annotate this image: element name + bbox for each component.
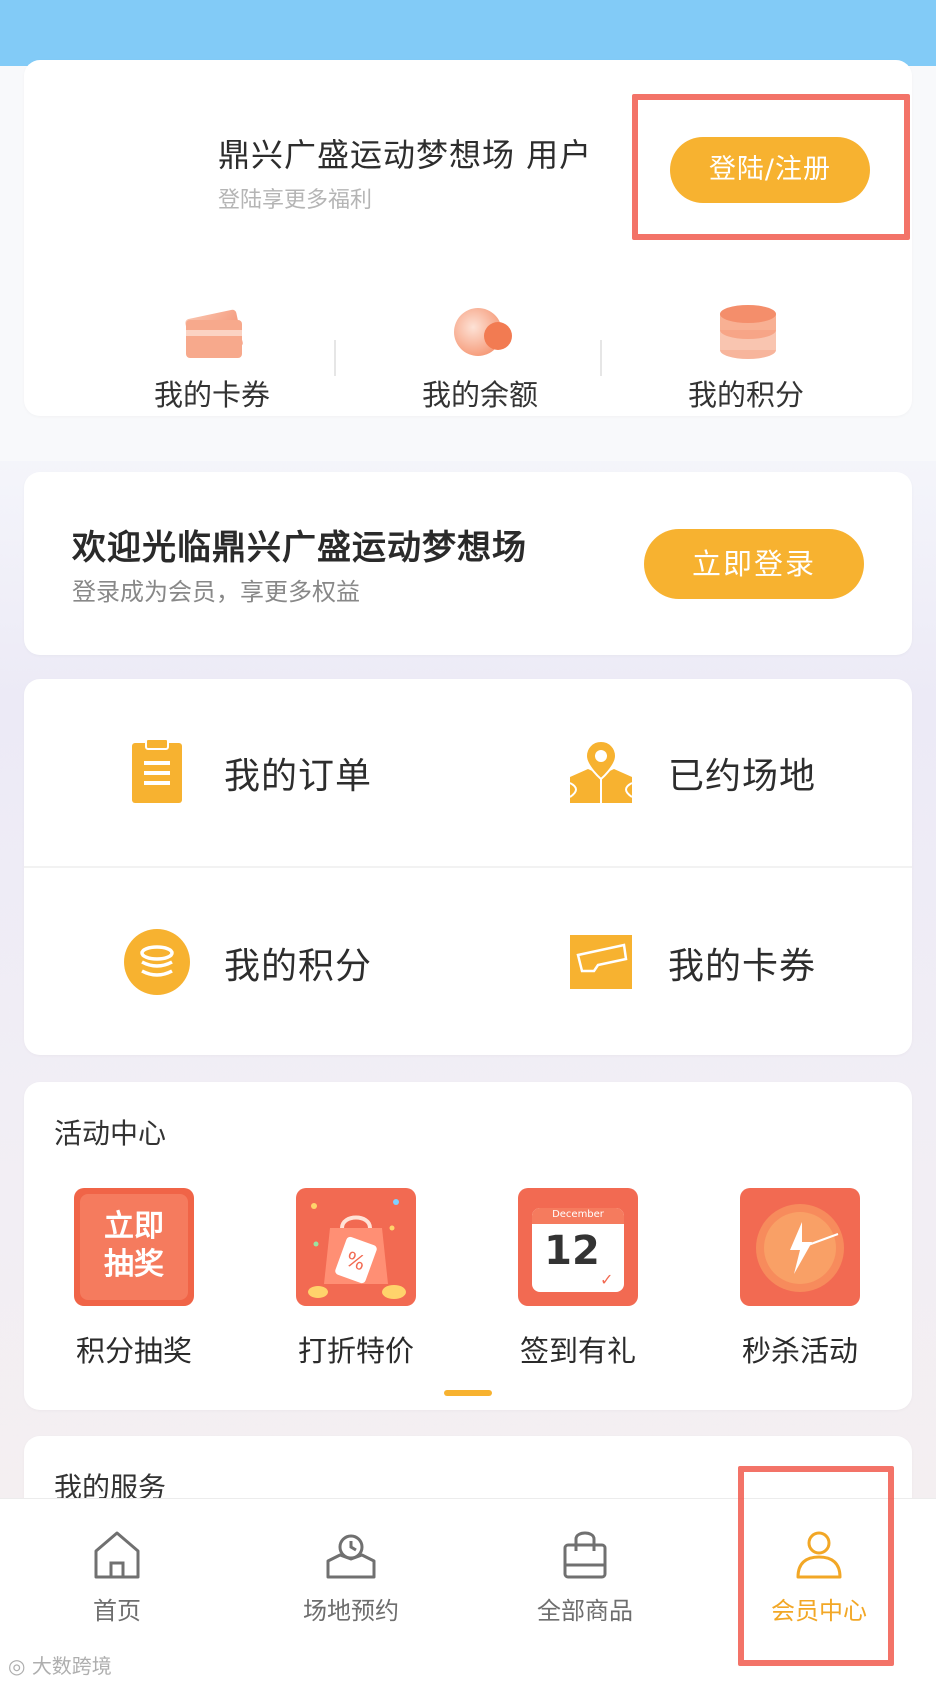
- coins-icon: [720, 305, 776, 359]
- welcome-title: 欢迎光临鼎兴广盛运动梦想场: [72, 528, 527, 568]
- divider: [334, 340, 336, 376]
- divider: [600, 340, 602, 376]
- tab-label: 场地预约: [303, 1597, 399, 1625]
- home-icon: [94, 1531, 140, 1579]
- activity-sign-in-gift[interactable]: December 12 ✓ 签到有礼: [478, 1188, 678, 1368]
- shopping-bag-icon: [563, 1531, 607, 1579]
- card-icon: [185, 309, 243, 358]
- tab-all-products[interactable]: 全部商品: [468, 1499, 702, 1684]
- quick-links-card: 我的订单 已约场地 我的积分 我的卡券: [24, 679, 912, 1055]
- activity-points-lottery[interactable]: 立即 抽奖 积分抽奖: [34, 1188, 234, 1368]
- tab-label: 首页: [93, 1597, 141, 1625]
- watermark-text: 大数跨境: [31, 1654, 112, 1678]
- status-bar: [0, 0, 936, 66]
- quick-label: 我的积分: [224, 946, 373, 987]
- venue-map-icon: [569, 739, 633, 803]
- stat-my-coupons[interactable]: 我的卡券: [102, 240, 322, 412]
- activity-label: 秒杀活动: [741, 1334, 858, 1368]
- activity-label: 打折特价: [297, 1334, 414, 1368]
- quick-label: 我的订单: [224, 756, 373, 797]
- quick-label: 我的卡券: [668, 946, 817, 987]
- user-name: 鼎兴广盛运动梦想场 用户: [218, 136, 593, 174]
- highlight-box-login: [632, 94, 910, 240]
- activity-flash-sale[interactable]: 秒杀活动: [700, 1188, 900, 1368]
- lottery-icon: 立即 抽奖: [74, 1188, 194, 1306]
- divider: [24, 866, 912, 868]
- quick-label: 已约场地: [668, 756, 817, 797]
- calendar-month: December: [552, 1209, 604, 1220]
- wallet-icon: [454, 308, 512, 356]
- activity-center-card: 活动中心 立即 抽奖 积分抽奖 % 打折特价 December 12 ✓ 签到有…: [24, 1082, 912, 1410]
- points-icon: [124, 929, 190, 995]
- login-now-button[interactable]: 立即登录: [644, 529, 864, 599]
- discount-bag-icon: %: [296, 1188, 416, 1306]
- welcome-card: 欢迎光临鼎兴广盛运动梦想场 登录成为会员，享更多权益 立即登录: [24, 472, 912, 655]
- flash-clock-graphic: [756, 1204, 844, 1292]
- watermark-logo-icon: ◎: [8, 1654, 32, 1678]
- activity-discount[interactable]: % 打折特价: [256, 1188, 456, 1368]
- calendar-day: 12: [544, 1228, 600, 1274]
- activity-section-title: 活动中心: [54, 1117, 167, 1150]
- stat-my-balance[interactable]: 我的余额: [370, 240, 590, 412]
- stat-label: 我的卡券: [153, 378, 270, 412]
- user-subtitle: 登陆享更多福利: [218, 188, 373, 213]
- flash-clock-icon: [740, 1188, 860, 1306]
- venue-booking-icon: [326, 1534, 376, 1579]
- activity-label: 签到有礼: [519, 1334, 636, 1368]
- watermark: ◎ 大数跨境: [8, 1650, 112, 1679]
- calendar-icon: December 12 ✓: [518, 1188, 638, 1306]
- stat-label: 我的余额: [421, 378, 538, 412]
- tab-venue-booking[interactable]: 场地预约: [234, 1499, 468, 1684]
- checkmark-icon: ✓: [600, 1270, 614, 1289]
- discount-bag-graphic: %: [308, 1199, 406, 1299]
- quick-my-orders[interactable]: 我的订单: [54, 711, 474, 831]
- quick-booked-venues[interactable]: 已约场地: [498, 711, 918, 831]
- quick-my-points[interactable]: 我的积分: [54, 901, 474, 1021]
- stat-my-points[interactable]: 我的积分: [636, 240, 856, 412]
- order-icon: [132, 738, 182, 803]
- carousel-indicator: [444, 1390, 492, 1396]
- stat-label: 我的积分: [687, 378, 804, 412]
- coupon-icon: [570, 935, 632, 989]
- highlight-box-member: [738, 1466, 894, 1666]
- activity-label: 积分抽奖: [75, 1334, 192, 1368]
- lottery-icon-text: 立即 抽奖: [104, 1209, 164, 1282]
- welcome-subtitle: 登录成为会员，享更多权益: [72, 578, 360, 606]
- tab-label: 全部商品: [537, 1597, 633, 1625]
- quick-my-coupons[interactable]: 我的卡券: [498, 901, 918, 1021]
